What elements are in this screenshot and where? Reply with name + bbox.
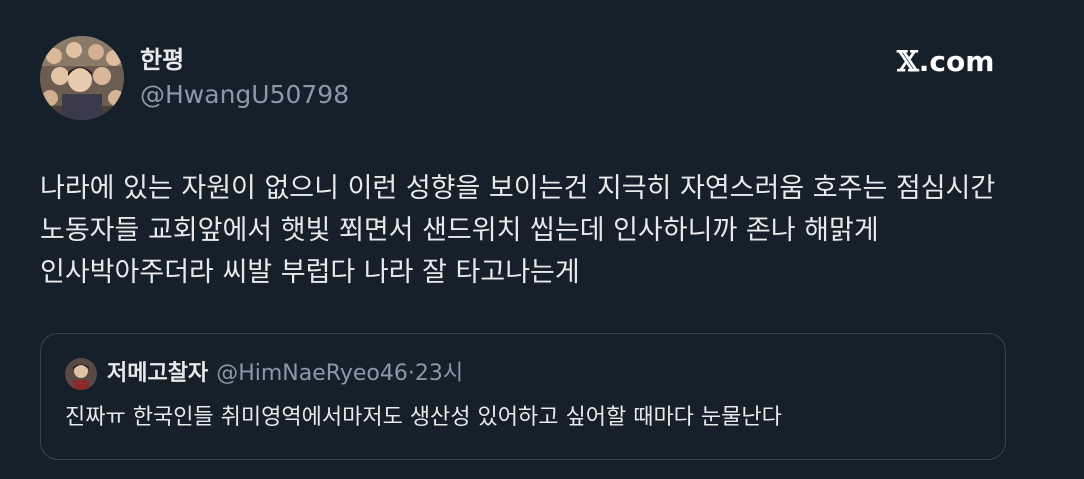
x-com-logo: 𝕏.com bbox=[897, 44, 994, 80]
author-display-name[interactable]: 한평 bbox=[140, 44, 184, 76]
quote-author-handle[interactable]: @HimNaeRyeo46 bbox=[216, 361, 408, 386]
quote-timestamp[interactable]: 23시 bbox=[415, 361, 463, 386]
brand-domain: .com bbox=[918, 45, 995, 78]
x-logo-icon: 𝕏 bbox=[897, 45, 919, 78]
quote-header: 저메고찰자 @HimNaeRyeo46·23시 bbox=[107, 358, 463, 390]
author-handle[interactable]: @HwangU50798 bbox=[140, 78, 349, 112]
tweet-text: 나라에 있는 자원이 없으니 이런 성향을 보이는건 지극히 자연스러움 호주는… bbox=[40, 173, 996, 288]
quote-author-avatar[interactable] bbox=[65, 358, 97, 390]
quote-separator: · bbox=[407, 361, 415, 386]
person-avatar-icon bbox=[65, 358, 97, 390]
group-photo-avatar-icon bbox=[40, 36, 124, 120]
quoted-tweet-card[interactable]: 저메고찰자 @HimNaeRyeo46·23시 진짜ㅠ 한국인들 취미영역에서마저… bbox=[40, 333, 1006, 460]
quote-text: 진짜ㅠ 한국인들 취미영역에서마저도 생산성 있어하고 싶어할 때마다 눈물난다 bbox=[65, 405, 782, 430]
quote-author-display-name[interactable]: 저메고찰자 bbox=[107, 361, 208, 386]
author-avatar[interactable] bbox=[40, 36, 124, 120]
